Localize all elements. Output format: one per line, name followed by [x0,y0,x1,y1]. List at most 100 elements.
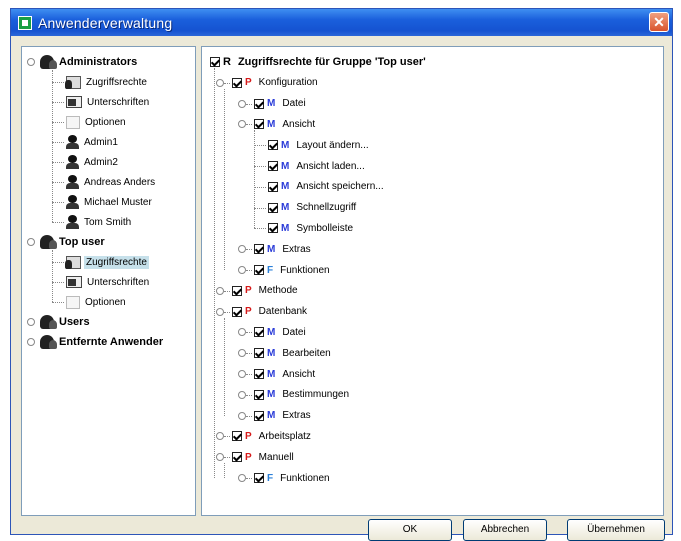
permission-tree-item-label: Extras [282,410,311,422]
user-tree-item-label: Zugriffsrechte [84,255,149,269]
user-tree-item[interactable]: Optionen [66,292,128,312]
checkbox[interactable] [254,327,264,338]
permission-tree-item[interactable]: M Bearbeiten [254,343,333,363]
user-tree-item[interactable]: Optionen [66,112,128,132]
permission-tree-item[interactable]: M Ansicht [254,364,317,384]
checkbox[interactable] [232,306,242,317]
permission-tree-item[interactable]: M Ansicht [254,114,317,134]
tree-connector [246,249,252,251]
expand-toggle-icon[interactable] [238,120,246,129]
permission-tree-item[interactable]: M Ansicht laden... [268,156,367,176]
user-tree-panel[interactable]: Administrators Zugriffsrechte Unterschrift… [21,46,196,516]
checkbox[interactable] [254,410,264,421]
expand-toggle-icon[interactable] [27,338,35,346]
expand-toggle-icon[interactable] [27,238,35,246]
user-tree-item[interactable]: Unterschriften [66,92,151,112]
user-tree-item[interactable]: Users [40,312,92,332]
tree-connector [254,130,255,229]
permission-type-letter: R [223,56,231,68]
expand-toggle-icon[interactable] [238,328,246,337]
expand-toggle-icon[interactable] [216,307,224,316]
checkbox[interactable] [268,161,278,171]
user-tree-item[interactable]: Admin2 [66,152,120,172]
expand-toggle-icon[interactable] [238,474,246,482]
permission-tree-item[interactable]: M Datei [254,94,308,114]
checkbox[interactable] [232,452,242,463]
tree-connector [246,332,252,334]
title-bar[interactable]: Anwenderverwaltung ✕ [11,9,672,36]
user-tree-item[interactable]: Michael Muster [66,192,154,212]
permission-tree-item[interactable]: F Funktionen [254,260,332,280]
checkbox[interactable] [268,181,278,192]
tree-connector [52,70,53,222]
expand-toggle-icon[interactable] [238,349,246,358]
permission-tree-item[interactable]: P Konfiguration [232,73,320,93]
tree-connector [254,166,266,167]
permission-tree-item[interactable]: F Funktionen [254,468,332,488]
expand-toggle-icon[interactable] [238,411,246,420]
expand-toggle-icon[interactable] [216,286,224,295]
expand-toggle-icon[interactable] [238,245,246,254]
expand-toggle-icon[interactable] [216,453,224,462]
checkbox[interactable] [254,348,264,359]
user-tree-item-label: Admin2 [84,156,118,168]
checkbox[interactable] [254,473,264,483]
permission-tree-item[interactable]: M Schnellzugriff [268,198,358,218]
permission-tree-item[interactable]: M Datei [254,322,308,342]
permission-tree-item-label: Datei [282,98,306,110]
checkbox[interactable] [232,285,242,296]
user-tree-item[interactable]: Entfernte Anwender [40,332,165,352]
close-button[interactable]: ✕ [649,12,669,32]
checkbox[interactable] [268,223,278,234]
user-tree-item[interactable]: Admin1 [66,132,120,152]
permission-tree-item[interactable]: M Ansicht speichern... [268,177,386,197]
permission-type-letter: M [267,243,276,255]
permission-tree-item[interactable]: M Layout ändern... [268,135,371,155]
permissions-tree-panel[interactable]: R Zugriffsrechte für Gruppe 'Top user' P Ko… [201,46,664,516]
user-tree-item[interactable]: Top user [40,232,107,252]
user-tree-item-label: Michael Muster [84,196,152,208]
permission-tree-item-label: Datenbank [258,306,308,318]
expand-toggle-icon[interactable] [27,58,35,66]
expand-toggle-icon[interactable] [216,432,224,441]
user-tree-item[interactable]: Tom Smith [66,212,133,232]
permission-tree-item[interactable]: R Zugriffsrechte für Gruppe 'Top user' [210,52,428,72]
checkbox[interactable] [268,140,278,151]
expand-toggle-icon[interactable] [216,78,224,87]
permission-tree-item[interactable]: P Datenbank [232,302,309,322]
checkbox[interactable] [254,389,264,400]
expand-toggle-icon[interactable] [238,390,246,399]
permission-tree-item-label: Bearbeiten [282,347,331,359]
permission-tree-item[interactable]: P Methode [232,281,300,301]
user-tree-item[interactable]: Zugriffsrechte [65,252,149,272]
user-tree-item[interactable]: Andreas Anders [66,172,157,192]
expand-toggle-icon[interactable] [238,266,246,274]
permission-tree-item[interactable]: M Symbolleiste [268,218,355,238]
checkbox[interactable] [254,244,264,255]
expand-toggle-icon[interactable] [238,370,246,378]
permission-tree-item[interactable]: M Extras [254,406,313,426]
checkbox[interactable] [254,265,264,275]
checkbox[interactable] [254,98,264,109]
user-tree-item[interactable]: Zugriffsrechte [65,72,149,92]
tree-connector [52,122,64,123]
checkbox[interactable] [210,57,220,67]
permission-tree-item[interactable]: M Extras [254,239,313,259]
user-tree-item-label: Andreas Anders [84,176,156,188]
options-icon [66,115,80,129]
permission-type-letter: M [281,181,290,193]
checkbox[interactable] [254,369,264,379]
permission-tree-item[interactable]: P Arbeitsplatz [232,426,313,446]
user-tree-item[interactable]: Administrators [40,52,139,72]
expand-toggle-icon[interactable] [238,99,246,108]
tree-connector [246,270,252,271]
permission-tree-item[interactable]: P Manuell [232,447,296,467]
checkbox[interactable] [232,431,242,442]
user-tree-item[interactable]: Unterschriften [66,272,151,292]
permission-tree-item[interactable]: M Bestimmungen [254,385,351,405]
checkbox[interactable] [232,77,242,88]
user-tree-item-label: Optionen [85,116,126,128]
expand-toggle-icon[interactable] [27,318,35,326]
checkbox[interactable] [254,119,264,130]
checkbox[interactable] [268,202,278,213]
